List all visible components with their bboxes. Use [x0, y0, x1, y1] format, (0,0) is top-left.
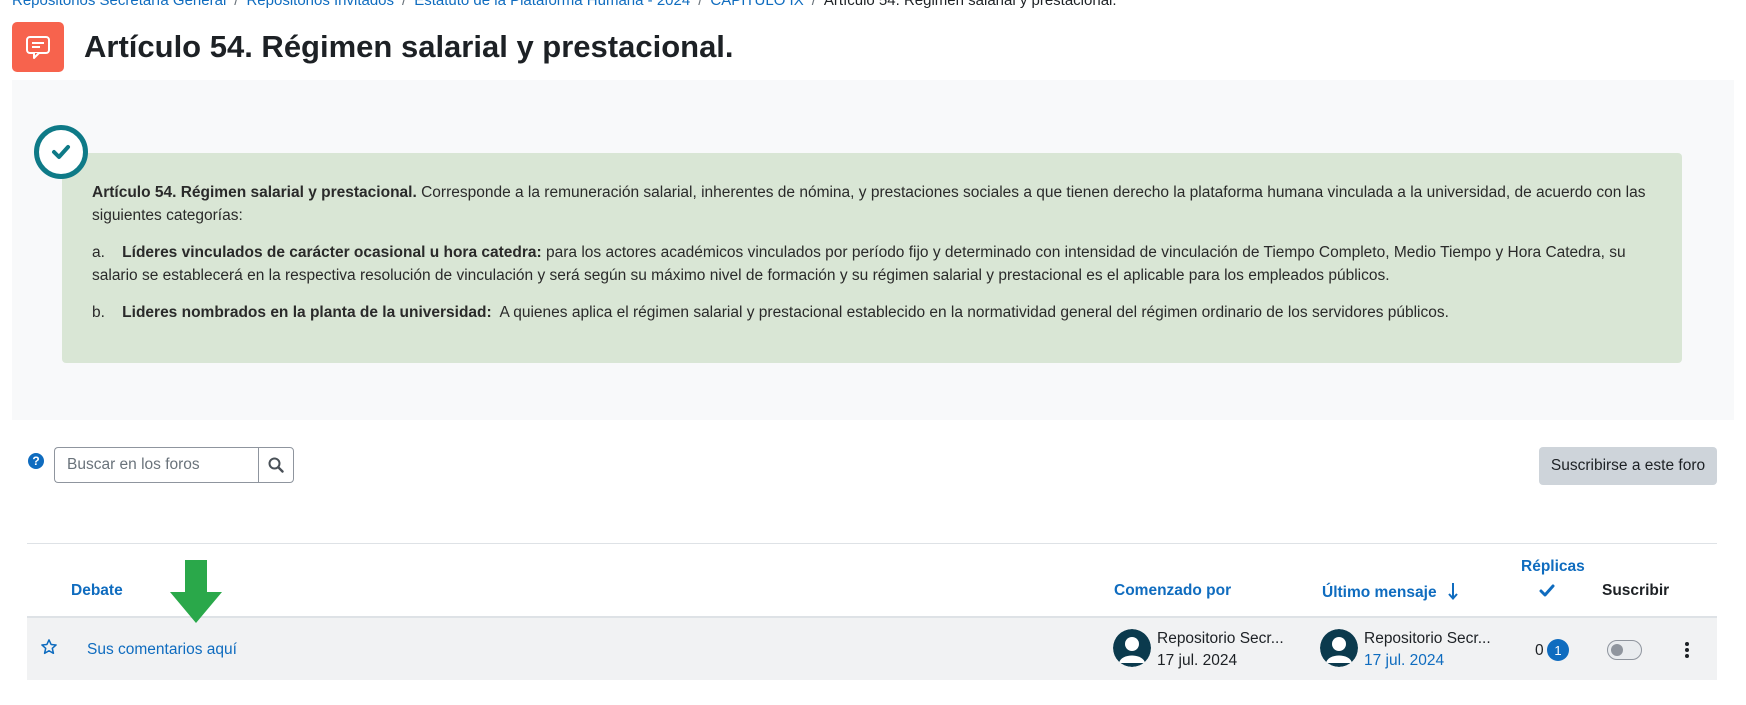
last-post-date-link[interactable]: 17 jul. 2024	[1364, 652, 1444, 670]
item-marker: b.	[92, 304, 105, 321]
unread-badge[interactable]: 1	[1547, 639, 1569, 661]
intro-note: Artículo 54. Régimen salarial y prestaci…	[62, 153, 1682, 363]
breadcrumb: Repositorios Secretaría General / Reposito…	[12, 0, 1117, 9]
breadcrumb-link-capitulo[interactable]: CAPÍTULO IX	[710, 0, 803, 9]
search-button[interactable]	[258, 447, 294, 483]
subscribe-column-header: Suscribir	[1602, 582, 1670, 599]
table-row	[27, 618, 1717, 680]
sort-by-replies[interactable]: Réplicas	[1521, 558, 1585, 576]
started-by-name[interactable]: Repositorio Secr...	[1157, 630, 1284, 648]
search-input[interactable]	[54, 447, 258, 483]
intro-item-a: a. Líderes vinculados de carácter ocasio…	[92, 241, 1654, 287]
arrow-down-icon	[1448, 583, 1458, 601]
star-icon[interactable]	[40, 638, 58, 656]
sort-by-last-post[interactable]: Último mensaje	[1322, 582, 1459, 602]
item-marker: a.	[92, 244, 105, 261]
breadcrumb-link-secretaria[interactable]: Repositorios Secretaría General	[12, 0, 226, 9]
check-icon	[1539, 584, 1555, 597]
intro-title: Artículo 54. Régimen salarial y prestaci…	[92, 184, 417, 201]
subscribe-forum-button[interactable]: Suscribirse a este foro	[1539, 447, 1717, 485]
sort-by-discussion[interactable]: Debate	[71, 582, 123, 600]
question-circle-icon[interactable]: ?	[28, 453, 44, 469]
replies-count[interactable]: 0	[1535, 642, 1544, 660]
last-post-header-label: Último mensaje	[1322, 584, 1437, 601]
forum-intro: Artículo 54. Régimen salarial y prestaci…	[12, 80, 1734, 420]
forum-search	[54, 447, 294, 483]
breadcrumb-separator: /	[234, 0, 239, 9]
arrow-down-icon	[170, 560, 222, 623]
breadcrumb-separator: /	[402, 0, 407, 9]
page-title: Artículo 54. Régimen salarial y prestaci…	[84, 29, 734, 64]
subscribe-toggle[interactable]	[1607, 640, 1642, 660]
intro-paragraph: Artículo 54. Régimen salarial y prestaci…	[92, 181, 1654, 227]
table-divider	[27, 543, 1717, 544]
started-by-date: 17 jul. 2024	[1157, 652, 1238, 669]
avatar[interactable]	[1320, 629, 1358, 667]
sort-by-started-by[interactable]: Comenzado por	[1114, 582, 1231, 600]
toggle-knob	[1611, 644, 1623, 656]
breadcrumb-separator: /	[811, 0, 816, 9]
more-options-icon[interactable]	[1683, 640, 1691, 660]
avatar[interactable]	[1113, 629, 1151, 667]
search-icon	[268, 457, 284, 473]
breadcrumb-link-invitados[interactable]: Repositorios Invitados	[246, 0, 394, 9]
breadcrumb-separator: /	[698, 0, 703, 9]
breadcrumb-current: Artículo 54. Régimen salarial y prestaci…	[823, 0, 1117, 9]
item-a-title: Líderes vinculados de carácter ocasional…	[122, 244, 542, 261]
forum-icon	[12, 22, 64, 72]
page-header: Artículo 54. Régimen salarial y prestaci…	[12, 22, 734, 72]
intro-item-b: b. Lideres nombrados en la planta de la …	[92, 301, 1654, 324]
item-b-text: A quienes aplica el régimen salarial y p…	[491, 304, 1449, 321]
check-circle-icon	[34, 125, 88, 179]
discussion-title-link[interactable]: Sus comentarios aquí	[87, 641, 237, 659]
breadcrumb-link-estatuto[interactable]: Estatuto de la Plataforma Humana - 2024	[414, 0, 690, 9]
last-post-name[interactable]: Repositorio Secr...	[1364, 630, 1491, 648]
item-b-title: Lideres nombrados en la planta de la uni…	[122, 304, 492, 321]
